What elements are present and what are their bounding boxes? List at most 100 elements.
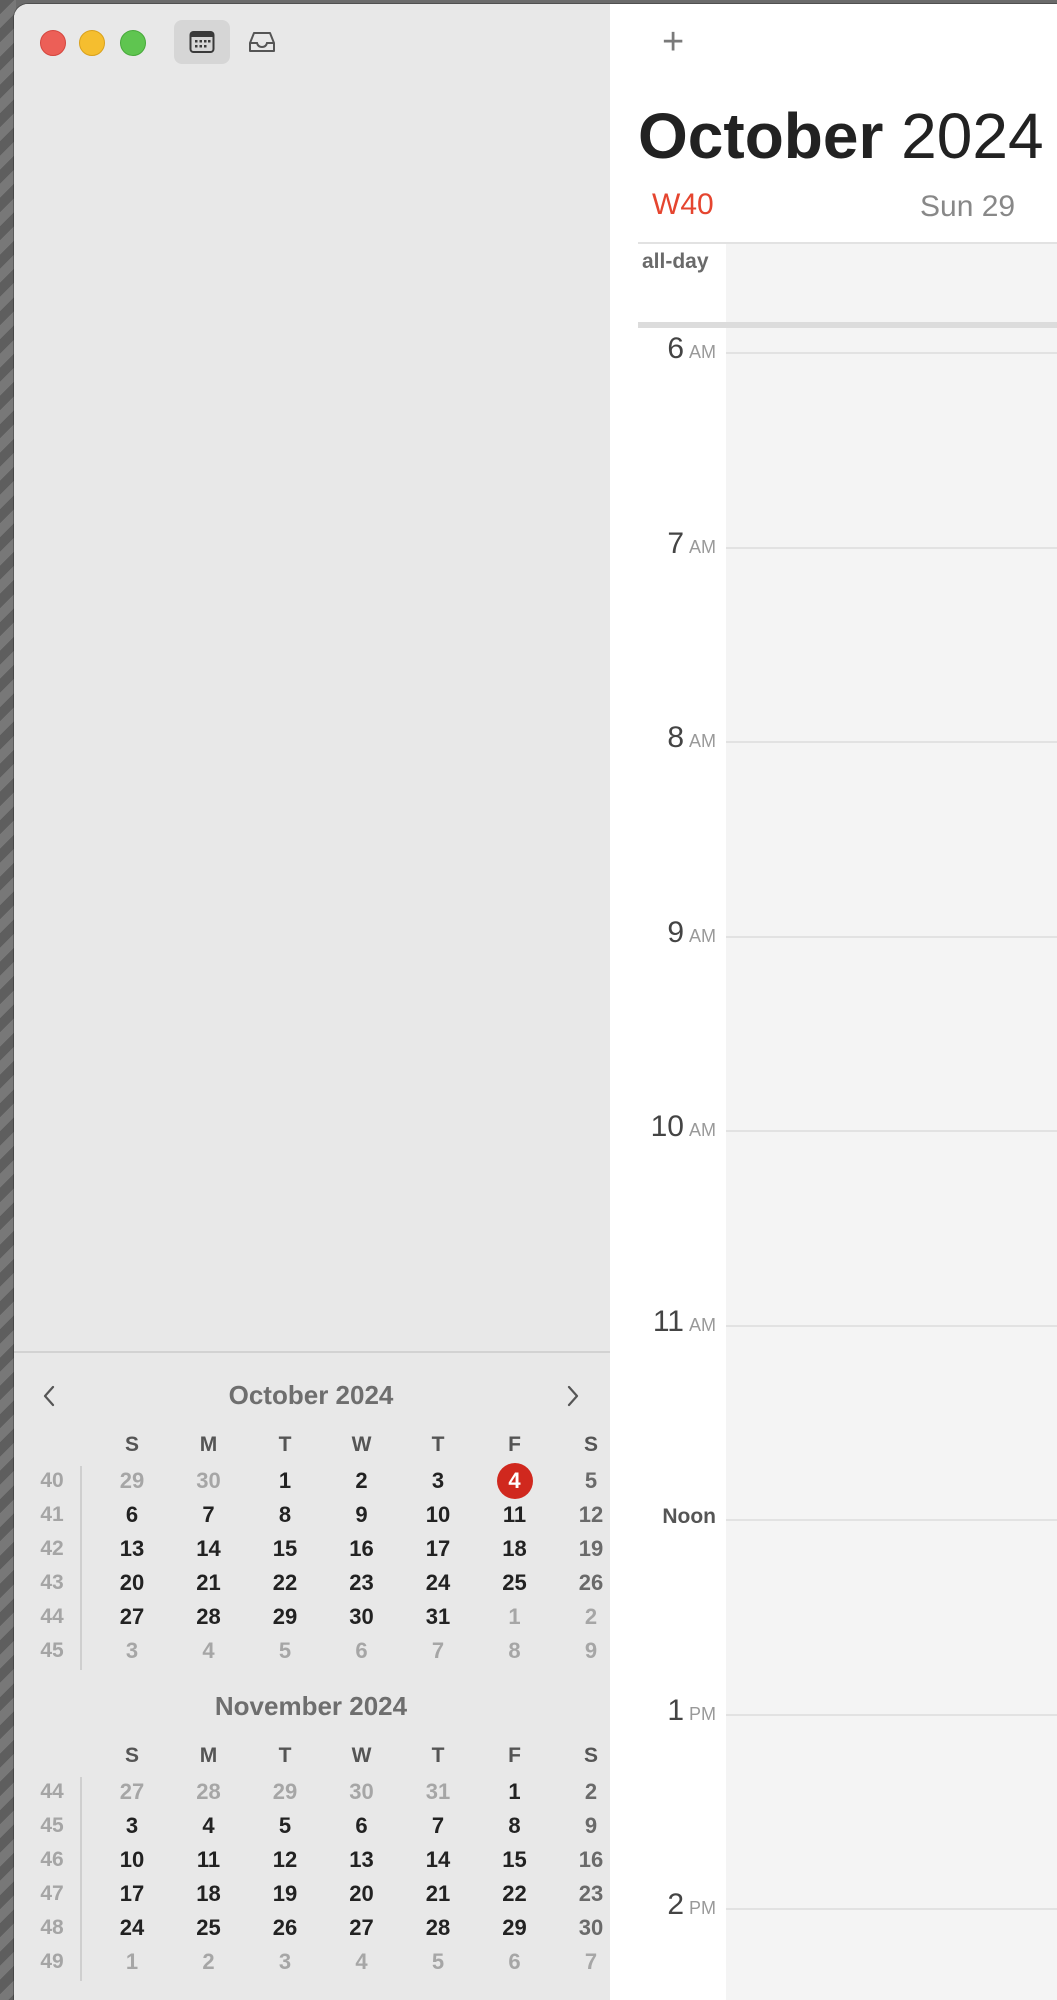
day-cell[interactable]: 21 — [401, 1877, 475, 1911]
day-header[interactable]: Sun 29 — [920, 190, 1015, 224]
day-cell[interactable]: 25 — [172, 1911, 246, 1945]
day-cell[interactable]: 8 — [478, 1809, 552, 1843]
weekday-header: M — [199, 1433, 218, 1456]
close-window-icon[interactable] — [40, 30, 66, 56]
mini-calendar-header: November 2024 — [28, 1687, 594, 1727]
week-number: 46 — [40, 1848, 64, 1871]
week-number: 47 — [40, 1882, 64, 1905]
day-cell[interactable]: 24 — [401, 1566, 475, 1600]
day-cell[interactable]: 10 — [401, 1498, 475, 1532]
day-cell[interactable]: 14 — [401, 1843, 475, 1877]
inbox-button[interactable] — [234, 20, 290, 64]
day-cell[interactable]: 9 — [325, 1498, 399, 1532]
weekday-header: M — [199, 1744, 218, 1767]
minimize-window-icon[interactable] — [79, 30, 105, 56]
week-number: W40 — [652, 188, 714, 221]
day-cell[interactable]: 5 — [248, 1809, 322, 1843]
day-column[interactable] — [726, 328, 1057, 2000]
day-cell[interactable]: 24 — [95, 1911, 169, 1945]
day-cell[interactable]: 1 — [478, 1775, 552, 1809]
day-cell[interactable]: 5 — [401, 1945, 475, 1979]
day-cell[interactable]: 10 — [95, 1843, 169, 1877]
day-cell[interactable]: 13 — [325, 1843, 399, 1877]
day-cell[interactable]: 3 — [95, 1809, 169, 1843]
day-cell[interactable]: 7 — [401, 1809, 475, 1843]
zoom-window-icon[interactable] — [120, 30, 146, 56]
day-cell[interactable]: 6 — [325, 1634, 399, 1668]
day-cell[interactable]: 25 — [478, 1566, 552, 1600]
day-cell[interactable]: 17 — [95, 1877, 169, 1911]
day-cell[interactable]: 2 — [172, 1945, 246, 1979]
day-cell[interactable]: 4 — [172, 1634, 246, 1668]
day-cell-today[interactable]: 4 — [478, 1464, 552, 1498]
hour-label: 2 PM — [610, 1888, 716, 1922]
day-cell[interactable]: 12 — [248, 1843, 322, 1877]
day-cell[interactable]: 22 — [478, 1877, 552, 1911]
day-cell[interactable]: 4 — [172, 1809, 246, 1843]
day-cell[interactable]: 16 — [325, 1532, 399, 1566]
day-cell[interactable]: 13 — [95, 1532, 169, 1566]
day-cell[interactable]: 31 — [401, 1600, 475, 1634]
day-cell[interactable]: 7 — [172, 1498, 246, 1532]
all-day-area[interactable] — [726, 244, 1057, 324]
page-title: October 2024 — [638, 100, 1044, 172]
day-cell[interactable]: 5 — [248, 1634, 322, 1668]
mini-calendar-header: October 2024 — [28, 1376, 594, 1416]
hour-period: AM — [689, 731, 716, 751]
mini-calendar-title: November 2024 — [214, 1691, 408, 1721]
day-cell[interactable]: 1 — [478, 1600, 552, 1634]
day-cell[interactable]: 28 — [172, 1600, 246, 1634]
hour-line — [726, 352, 1057, 354]
day-cell[interactable]: 28 — [401, 1911, 475, 1945]
day-cell[interactable]: 20 — [325, 1877, 399, 1911]
chevron-right-icon[interactable] — [560, 1384, 584, 1408]
chevron-left-icon[interactable] — [38, 1384, 62, 1408]
day-cell[interactable]: 30 — [325, 1775, 399, 1809]
calendars-toggle-button[interactable] — [174, 20, 230, 64]
sidebar: October 2024 S M T W T F S 40 29 30 1 2 3 4 5 41 6 7 8 9 10 11… — [14, 4, 611, 2000]
day-cell[interactable]: 2 — [325, 1464, 399, 1498]
day-cell[interactable]: 15 — [478, 1843, 552, 1877]
day-cell[interactable]: 28 — [172, 1775, 246, 1809]
day-cell[interactable]: 3 — [95, 1634, 169, 1668]
day-cell[interactable]: 4 — [325, 1945, 399, 1979]
day-cell[interactable]: 27 — [95, 1600, 169, 1634]
weekday-header: W — [351, 1744, 372, 1767]
day-cell[interactable]: 27 — [95, 1775, 169, 1809]
day-cell[interactable]: 11 — [478, 1498, 552, 1532]
day-cell[interactable]: 30 — [172, 1464, 246, 1498]
day-cell[interactable]: 8 — [248, 1498, 322, 1532]
week-number: 44 — [40, 1605, 64, 1628]
day-cell[interactable]: 22 — [248, 1566, 322, 1600]
day-cell[interactable]: 18 — [478, 1532, 552, 1566]
day-cell[interactable]: 3 — [401, 1464, 475, 1498]
day-cell[interactable]: 21 — [172, 1566, 246, 1600]
day-cell[interactable]: 29 — [248, 1775, 322, 1809]
hour-number: 2 — [667, 1888, 684, 1921]
day-cell[interactable]: 29 — [478, 1911, 552, 1945]
plus-icon[interactable]: + — [662, 22, 684, 62]
day-cell[interactable]: 18 — [172, 1877, 246, 1911]
day-cell[interactable]: 11 — [172, 1843, 246, 1877]
day-cell[interactable]: 15 — [248, 1532, 322, 1566]
weekday-header: W — [351, 1433, 372, 1456]
day-cell[interactable]: 27 — [325, 1911, 399, 1945]
day-cell[interactable]: 6 — [478, 1945, 552, 1979]
day-cell[interactable]: 19 — [248, 1877, 322, 1911]
day-cell[interactable]: 30 — [325, 1600, 399, 1634]
day-cell[interactable]: 14 — [172, 1532, 246, 1566]
day-cell[interactable]: 6 — [95, 1498, 169, 1532]
day-cell[interactable]: 23 — [325, 1566, 399, 1600]
day-cell[interactable]: 7 — [401, 1634, 475, 1668]
day-cell[interactable]: 6 — [325, 1809, 399, 1843]
day-cell[interactable]: 29 — [95, 1464, 169, 1498]
day-cell[interactable]: 17 — [401, 1532, 475, 1566]
day-cell[interactable]: 3 — [248, 1945, 322, 1979]
day-cell[interactable]: 31 — [401, 1775, 475, 1809]
day-cell[interactable]: 1 — [95, 1945, 169, 1979]
day-cell[interactable]: 20 — [95, 1566, 169, 1600]
day-cell[interactable]: 8 — [478, 1634, 552, 1668]
day-cell[interactable]: 26 — [248, 1911, 322, 1945]
day-cell[interactable]: 29 — [248, 1600, 322, 1634]
day-cell[interactable]: 1 — [248, 1464, 322, 1498]
